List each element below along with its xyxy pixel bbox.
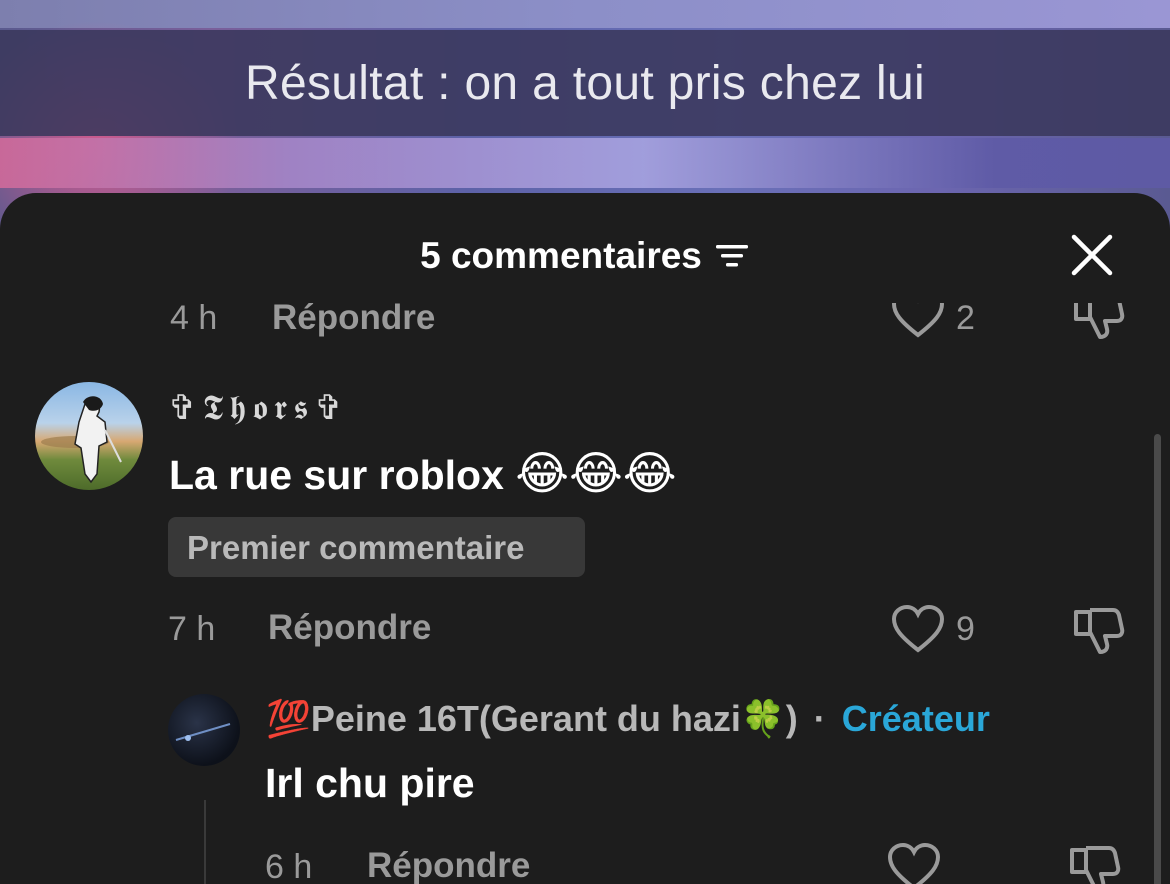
avatar-night-icon: [175, 723, 231, 741]
comment-time: 7 h: [168, 610, 216, 648]
video-frame-band: [0, 138, 1170, 188]
laughing-emoji-icon: 😂😂😂: [515, 447, 677, 499]
comment-text-row: La rue sur roblox 😂😂😂: [169, 446, 677, 500]
video-subtitle: Résultat : on a tout pris chez lui: [245, 57, 925, 110]
header-mask: [0, 283, 1170, 303]
comments-count-title: 5 commentaires: [420, 235, 702, 276]
reply-button[interactable]: Répondre: [272, 298, 435, 338]
reply-time: 6 h: [265, 848, 313, 884]
reply-text: Irl chu pire: [265, 760, 475, 806]
comments-header: 5 commentaires: [0, 193, 1170, 293]
like-count: 9: [956, 610, 975, 648]
heart-icon[interactable]: [886, 842, 942, 884]
creator-label: Créateur: [841, 698, 990, 739]
reply-button[interactable]: Répondre: [268, 608, 431, 648]
scrollbar[interactable]: [1154, 434, 1161, 884]
heart-icon[interactable]: [890, 604, 946, 656]
comments-title-row: 5 commentaires: [0, 235, 1170, 277]
reply-avatar[interactable]: [168, 694, 240, 766]
avatar-figure-icon: [41, 396, 122, 484]
reply-header: 💯Peine 16T(Gerant du hazi🍀) · Créateur: [266, 698, 990, 740]
reply-button[interactable]: Répondre: [367, 846, 530, 884]
thread-line: [204, 800, 206, 884]
comment-time: 4 h: [170, 299, 218, 337]
dislike-icon[interactable]: [1070, 604, 1126, 656]
comment-text: La rue sur roblox: [169, 452, 504, 498]
reply-username[interactable]: 💯Peine 16T(Gerant du hazi🍀): [266, 698, 798, 739]
dislike-icon[interactable]: [1066, 842, 1122, 884]
like-count: 2: [956, 299, 975, 337]
comment-username[interactable]: ✞𝕿𝖍𝖔𝖗𝖘✞: [168, 388, 349, 428]
close-icon[interactable]: [1068, 231, 1116, 279]
reply-separator: ·: [813, 698, 826, 739]
avatar[interactable]: [35, 382, 143, 490]
filter-lines-icon[interactable]: [714, 241, 750, 271]
first-comment-badge: Premier commentaire: [168, 517, 585, 577]
